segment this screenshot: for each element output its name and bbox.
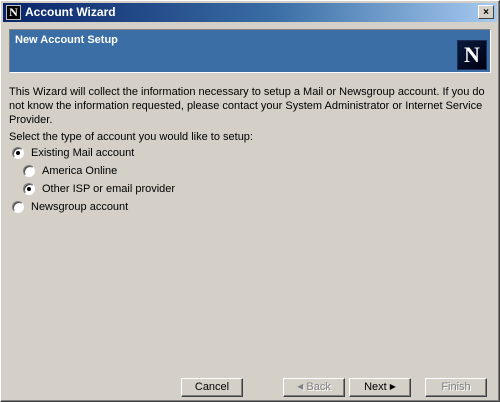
account-wizard-window: N Account Wizard × New Account Setup N T…	[0, 0, 500, 402]
finish-button[interactable]: Finish	[425, 378, 487, 397]
back-button-label: Back	[306, 381, 331, 393]
intro-text: This Wizard will collect the information…	[9, 86, 485, 126]
back-button[interactable]: ◀ Back	[283, 378, 345, 397]
window-title: Account Wizard	[25, 5, 116, 19]
cancel-button-label: Cancel	[194, 381, 230, 393]
arrow-left-icon: ◀	[297, 382, 304, 391]
radio-other-isp-label[interactable]: Other ISP or email provider	[42, 183, 175, 195]
radio-newsgroup-label[interactable]: Newsgroup account	[31, 201, 128, 213]
next-button[interactable]: Next ▶	[349, 378, 411, 397]
wizard-header: New Account Setup N	[9, 29, 491, 73]
next-button-label: Next	[364, 381, 387, 393]
radio-america-online-indicator[interactable]	[23, 165, 35, 177]
radio-existing-mail-label[interactable]: Existing Mail account	[31, 147, 134, 159]
title-bar[interactable]: N Account Wizard ×	[3, 3, 497, 22]
radio-america-online-label[interactable]: America Online	[42, 165, 117, 177]
radio-newsgroup-indicator[interactable]	[12, 201, 24, 213]
radio-other-isp-indicator[interactable]	[23, 183, 35, 195]
netscape-logo-icon: N	[457, 40, 487, 70]
close-icon: ×	[483, 6, 489, 18]
radio-existing-mail-indicator[interactable]	[12, 147, 24, 159]
cancel-button[interactable]: Cancel	[181, 378, 243, 397]
close-button[interactable]: ×	[478, 5, 494, 19]
netscape-app-icon: N	[6, 5, 21, 20]
radio-existing-mail[interactable]: Existing Mail account	[12, 147, 134, 159]
radio-newsgroup[interactable]: Newsgroup account	[12, 201, 128, 213]
arrow-right-icon: ▶	[389, 382, 396, 391]
radio-other-isp[interactable]: Other ISP or email provider	[23, 183, 175, 195]
page-title: New Account Setup	[15, 34, 118, 46]
finish-button-label: Finish	[441, 381, 471, 393]
radio-america-online[interactable]: America Online	[23, 165, 117, 177]
account-type-prompt: Select the type of account you would lik…	[9, 131, 253, 143]
